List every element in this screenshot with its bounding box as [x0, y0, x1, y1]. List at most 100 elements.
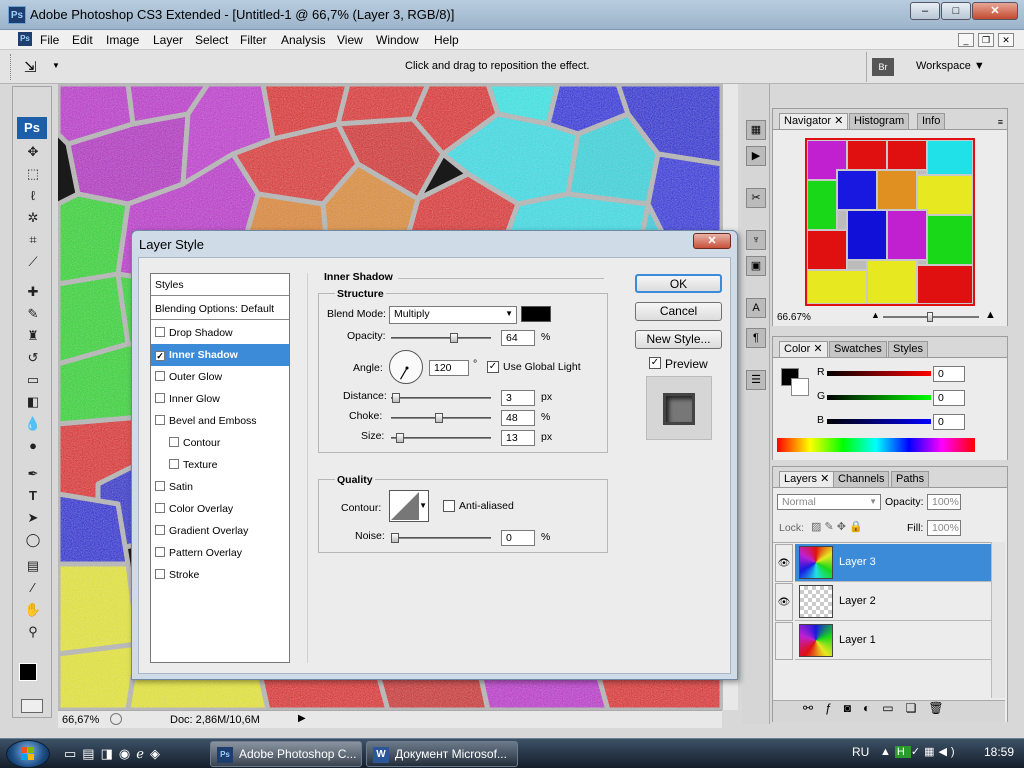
style-item-drop-shadow[interactable]: Drop Shadow — [151, 322, 289, 344]
media-icon[interactable]: ◈ — [150, 746, 166, 761]
opacity-field[interactable]: 64 — [501, 330, 535, 346]
distance-slider-handle[interactable] — [392, 393, 400, 403]
healing-brush-icon[interactable]: ✚ — [23, 283, 43, 301]
layer-row[interactable]: Layer 1 — [795, 622, 991, 660]
doc-restore-button[interactable]: ❐ — [978, 33, 994, 47]
volume-icon[interactable]: ◀) — [938, 746, 958, 758]
pen-tool-icon[interactable]: ✒ — [23, 465, 43, 483]
green-field[interactable]: 0 — [933, 390, 965, 406]
hand-tool-icon[interactable]: ✋ — [23, 601, 43, 619]
lock-icons[interactable]: ▨ ✎ ✥ 🔒 — [811, 520, 863, 533]
shadow-color-swatch[interactable] — [521, 306, 551, 322]
choke-slider[interactable] — [391, 413, 491, 423]
character-panel-icon[interactable]: A — [746, 298, 766, 318]
preview-checkbox[interactable]: ✓ — [649, 357, 661, 369]
menu-image[interactable]: Image — [106, 33, 139, 47]
red-slider[interactable] — [827, 371, 931, 376]
size-field[interactable]: 13 — [501, 430, 535, 446]
navigator-zoom-slider[interactable] — [883, 312, 979, 322]
lasso-tool-icon[interactable]: ℓ — [23, 187, 43, 205]
group-icon[interactable]: ▭ — [882, 701, 905, 715]
size-slider-handle[interactable] — [396, 433, 404, 443]
brushes-panel-icon[interactable]: ♆ — [746, 230, 766, 250]
style-checkbox[interactable]: ✓ — [155, 351, 165, 361]
opacity-slider-handle[interactable] — [450, 333, 458, 343]
minimize-button[interactable]: – — [910, 2, 940, 20]
save-icon[interactable]: ◨ — [101, 746, 119, 761]
ok-button[interactable]: OK — [635, 274, 722, 293]
magic-wand-icon[interactable]: ✲ — [23, 209, 43, 227]
size-slider[interactable] — [391, 433, 491, 443]
adjustment-icon[interactable]: ◐ — [863, 701, 882, 715]
style-item-texture[interactable]: Texture — [151, 454, 289, 476]
style-checkbox[interactable] — [155, 327, 165, 337]
tab-color[interactable]: Color ✕ — [779, 341, 828, 358]
blend-mode-select[interactable]: Multiply ▼ — [389, 306, 517, 324]
show-desktop-icon[interactable]: ▭ — [64, 746, 82, 761]
start-button[interactable] — [6, 740, 50, 768]
blue-slider[interactable] — [827, 419, 931, 424]
workspace-button[interactable]: Workspace ▼ — [916, 60, 985, 72]
menu-file[interactable]: File — [40, 33, 59, 47]
task-word[interactable]: W Документ Microsof... — [366, 741, 518, 767]
menu-window[interactable]: Window — [376, 33, 419, 47]
style-checkbox[interactable] — [155, 371, 165, 381]
panel-menu-icon[interactable]: ≡ — [998, 117, 1003, 127]
zoom-out-icon[interactable]: ▲ — [871, 310, 880, 320]
tab-layers[interactable]: Layers ✕ — [779, 471, 835, 488]
chrome-icon[interactable]: ◉ — [119, 746, 136, 761]
doc-close-button[interactable]: ✕ — [998, 33, 1014, 47]
status-menu-icon[interactable] — [110, 713, 122, 725]
move-tool-icon[interactable]: ✥ — [23, 143, 43, 161]
network-icon[interactable]: ▦ — [924, 746, 938, 758]
clone-source-icon[interactable]: ▣ — [746, 256, 766, 276]
layer-row[interactable]: Layer 2 — [795, 583, 991, 621]
explorer-icon[interactable]: ▤ — [82, 746, 100, 761]
history-brush-icon[interactable]: ↺ — [23, 349, 43, 367]
clone-stamp-icon[interactable]: ♜ — [23, 327, 43, 345]
menu-help[interactable]: Help — [434, 33, 459, 47]
angle-dial[interactable] — [389, 350, 423, 384]
layer-row[interactable]: Layer 3 — [795, 544, 991, 582]
tab-histogram[interactable]: Histogram — [849, 113, 910, 130]
link-layers-icon[interactable]: ⚯ — [803, 701, 825, 715]
style-checkbox[interactable] — [155, 415, 165, 425]
style-checkbox[interactable] — [155, 503, 165, 513]
path-selection-icon[interactable]: ➤ — [23, 509, 43, 527]
green-slider[interactable] — [827, 395, 931, 400]
tab-info[interactable]: Info — [917, 113, 946, 130]
dodge-tool-icon[interactable]: ● — [23, 437, 43, 455]
background-color-swatch[interactable] — [791, 378, 809, 396]
style-item-inner-glow[interactable]: Inner Glow — [151, 388, 289, 410]
anti-aliased-checkbox[interactable] — [443, 500, 455, 512]
eyedropper-icon[interactable]: ⁄ — [23, 579, 43, 597]
layer-comps-icon[interactable]: ☰ — [746, 370, 766, 390]
distance-field[interactable]: 3 — [501, 390, 535, 406]
layers-scrollbar[interactable] — [991, 542, 1005, 698]
style-item-stroke[interactable]: Stroke — [151, 564, 289, 586]
tool-presets-icon[interactable]: ✂ — [746, 188, 766, 208]
actions-panel-icon[interactable]: ▶ — [746, 146, 766, 166]
styles-header[interactable]: Styles — [151, 274, 289, 296]
menu-edit[interactable]: Edit — [72, 33, 93, 47]
menu-filter[interactable]: Filter — [240, 33, 267, 47]
task-photoshop[interactable]: Ps Adobe Photoshop C... — [210, 741, 362, 767]
choke-field[interactable]: 48 — [501, 410, 535, 426]
ie-icon[interactable]: ℯ — [136, 746, 150, 761]
tab-swatches[interactable]: Swatches — [829, 341, 887, 358]
style-checkbox[interactable] — [155, 481, 165, 491]
paint-bucket-icon[interactable]: ◧ — [23, 393, 43, 411]
type-tool-icon[interactable]: T — [23, 487, 43, 505]
shape-tool-icon[interactable]: ◯ — [23, 531, 43, 549]
contour-picker[interactable]: ▼ — [389, 490, 429, 522]
style-item-inner-shadow[interactable]: ✓ Inner Shadow — [151, 344, 289, 366]
tab-navigator[interactable]: Navigator ✕ — [779, 113, 849, 130]
navigator-zoom[interactable]: 66.67% — [777, 312, 811, 323]
tab-styles[interactable]: Styles — [888, 341, 928, 358]
angle-field[interactable]: 120 — [429, 360, 469, 376]
blue-field[interactable]: 0 — [933, 414, 965, 430]
layer-fill-field[interactable]: 100% — [927, 520, 961, 536]
style-item-bevel-and-emboss[interactable]: Bevel and Emboss — [151, 410, 289, 432]
eraser-tool-icon[interactable]: ▭ — [23, 371, 43, 389]
style-item-color-overlay[interactable]: Color Overlay — [151, 498, 289, 520]
